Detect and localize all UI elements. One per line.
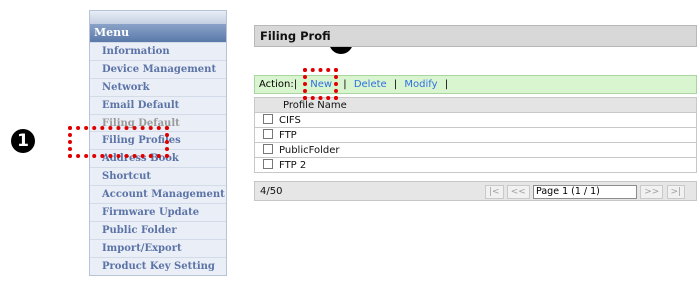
table-row: FTP bbox=[254, 127, 697, 143]
sidebar-item-public-folder[interactable]: Public Folder bbox=[90, 220, 226, 239]
table-footer: 4/50 |< << Page 1 (1 / 1) >> >| bbox=[254, 181, 697, 201]
first-page-button[interactable]: |< bbox=[485, 185, 504, 199]
sidebar-header: Menu bbox=[90, 24, 226, 42]
record-count: 4/50 bbox=[260, 186, 283, 197]
row-checkbox[interactable] bbox=[263, 129, 273, 139]
sidebar-item-information[interactable]: Information bbox=[90, 42, 226, 60]
profile-name: PublicFolder bbox=[279, 145, 340, 156]
sidebar-item-firmware-update[interactable]: Firmware Update bbox=[90, 203, 226, 221]
table-row: PublicFolder bbox=[254, 142, 697, 158]
row-checkbox[interactable] bbox=[263, 159, 273, 169]
action-separator: | bbox=[444, 79, 449, 90]
last-page-button[interactable]: >| bbox=[666, 185, 686, 199]
table-row: CIFS bbox=[254, 112, 697, 128]
highlight-filing-profiles bbox=[68, 126, 169, 158]
sidebar-item-shortcut[interactable]: Shortcut bbox=[90, 167, 226, 186]
row-checkbox[interactable] bbox=[263, 114, 273, 124]
sidebar-item-network[interactable]: Network bbox=[90, 77, 226, 96]
profile-table: Profile Name CIFS FTP PublicFolder FTP 2 bbox=[254, 97, 697, 173]
sidebar-top-strip bbox=[90, 11, 226, 24]
delete-link[interactable]: Delete bbox=[354, 79, 387, 90]
row-checkbox[interactable] bbox=[263, 144, 273, 154]
sidebar-item-import-export[interactable]: Import/Export bbox=[90, 238, 226, 257]
sidebar-item-device-management[interactable]: Device Management bbox=[90, 59, 226, 78]
page-indicator[interactable]: Page 1 (1 / 1) bbox=[533, 185, 638, 199]
highlight-new-action bbox=[303, 68, 338, 100]
sidebar-item-email-default[interactable]: Email Default bbox=[90, 95, 226, 114]
action-separator: | bbox=[393, 79, 398, 90]
modify-link[interactable]: Modify bbox=[404, 79, 437, 90]
action-label: Action:| bbox=[259, 79, 298, 90]
pagination: |< << Page 1 (1 / 1) >> >| bbox=[485, 185, 686, 199]
prev-page-button[interactable]: << bbox=[506, 185, 530, 199]
action-separator: | bbox=[343, 79, 347, 90]
table-row: FTP 2 bbox=[254, 157, 697, 173]
sidebar-item-account-management[interactable]: Account Management bbox=[90, 185, 226, 204]
sidebar-item-product-key-setting[interactable]: Product Key Setting bbox=[90, 256, 226, 275]
profile-name: FTP 2 bbox=[279, 160, 307, 171]
step-marker-1: 1 bbox=[11, 129, 35, 153]
next-page-button[interactable]: >> bbox=[640, 185, 664, 199]
profile-name: FTP bbox=[279, 130, 297, 141]
profile-name: CIFS bbox=[279, 115, 301, 126]
page-title: Filing Profi bbox=[254, 25, 697, 47]
